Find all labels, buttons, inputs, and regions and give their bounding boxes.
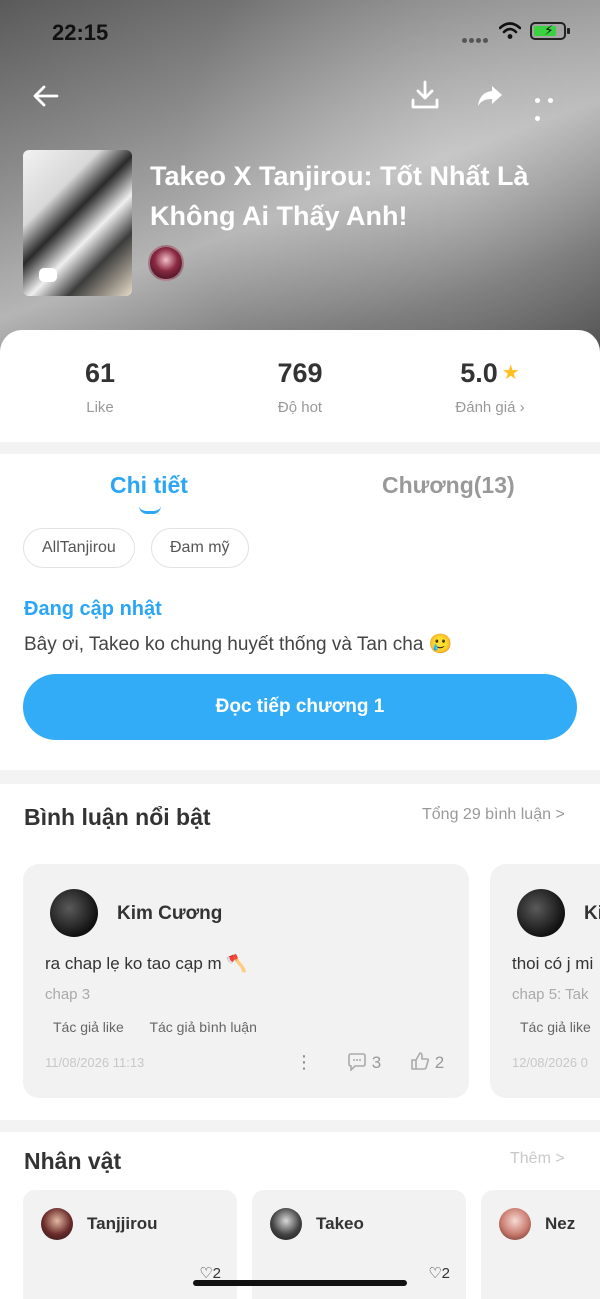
status-bar: 22:15 ⚡ (0, 18, 600, 48)
top-toolbar (0, 76, 600, 121)
back-arrow-icon[interactable] (30, 80, 62, 112)
commenter-name: Ki (584, 903, 600, 924)
comment-chapter: chap 5: Tak (512, 986, 589, 1003)
rating-label: Đánh giá › (455, 399, 525, 416)
comment-text: ra chap lẹ ko tao cạp m 🪓 (45, 954, 248, 973)
book-cover[interactable] (23, 150, 132, 296)
stat-hot: 769 Độ hot (200, 358, 400, 416)
share-icon[interactable] (474, 80, 506, 112)
commenter-name: Kim Cương (117, 903, 223, 924)
characters-more-link[interactable]: Thêm > (510, 1150, 565, 1168)
comments-title: Bình luận nổi bật (24, 804, 211, 830)
thumbs-up-icon (411, 1052, 430, 1070)
rating-value: 5.0 (460, 358, 498, 388)
home-indicator (193, 1280, 407, 1286)
avatar (499, 1208, 531, 1240)
book-title: Takeo X Tanjirou: Tốt Nhất Là Không Ai T… (150, 161, 529, 231)
author-like-tag: Tác giả like (520, 1019, 591, 1035)
stats-card: 61 Like 769 Độ hot 5.0 ★ Đánh giá › (0, 330, 600, 442)
character-name: Takeo (316, 1214, 364, 1233)
hot-count: 769 (277, 358, 323, 388)
stat-rating[interactable]: 5.0 ★ Đánh giá › (390, 358, 590, 416)
tag-chip[interactable]: Đam mỹ (151, 528, 249, 568)
comment-bubble-icon (39, 268, 57, 282)
author-avatar[interactable] (148, 245, 184, 281)
comment-chapter: chap 3 (45, 986, 91, 1003)
description: Bây ơi, Takeo ko chung huyết thống và Ta… (24, 634, 453, 655)
author-like-tag: Tác giả like (53, 1019, 124, 1035)
like-count: 61 (84, 358, 116, 388)
comment-card[interactable]: Kim Cương ra chap lẹ ko tao cạp m 🪓 chap… (23, 864, 469, 1098)
author-comment-tag: Tác giả bình luận (149, 1019, 257, 1035)
comment-date: 11/08/2026 11:13 (45, 1055, 145, 1070)
tab-chapters[interactable]: Chương(13) (382, 472, 515, 499)
avatar (41, 1208, 73, 1240)
stat-like: 61 Like (0, 358, 200, 416)
like-count-value: 2 (434, 1053, 445, 1072)
status-time: 22:15 (52, 20, 109, 45)
wifi-icon (499, 22, 521, 39)
characters-section: Nhân vật Thêm > Tanjjirou ♡2 Takeo ♡2 Ne… (0, 1132, 600, 1299)
character-card[interactable]: Nez (481, 1190, 600, 1299)
like-count-button[interactable]: 2 (410, 1051, 444, 1073)
character-name: Tanjjirou (87, 1214, 158, 1233)
download-icon[interactable] (408, 78, 442, 112)
heart-icon: ♡ (428, 1265, 442, 1282)
comment-card[interactable]: Ki thoi có j mi chap 5: Tak Tác giả like… (490, 864, 600, 1098)
hot-label: Độ hot (277, 399, 323, 416)
more-icon[interactable] (535, 90, 571, 121)
reply-count[interactable]: 3 (347, 1053, 381, 1073)
signal-icon (462, 30, 490, 43)
more-vertical-icon[interactable]: ⋮ (295, 1052, 313, 1073)
characters-title: Nhân vật (24, 1148, 122, 1174)
character-name: Nez (545, 1214, 576, 1233)
tab-indicator (139, 506, 161, 514)
battery-icon: ⚡ (530, 22, 570, 40)
all-comments-link[interactable]: Tổng 29 bình luận > (422, 806, 565, 824)
avatar (270, 1208, 302, 1240)
comment-text: thoi có j mi (512, 954, 594, 973)
reply-count-value: 3 (371, 1053, 382, 1072)
detail-section: Chi tiết Chương(13) AllTanjirou Đam mỹ Đ… (0, 454, 600, 770)
star-icon: ★ (501, 362, 520, 384)
character-like-count: 2 (441, 1265, 450, 1282)
tag-chip[interactable]: AllTanjirou (23, 528, 135, 568)
character-likes[interactable]: ♡2 (428, 1264, 450, 1282)
continue-reading-button[interactable]: Đọc tiếp chương 1 (23, 674, 577, 740)
comment-icon (348, 1053, 366, 1072)
comment-date: 12/08/2026 0 (512, 1055, 588, 1070)
tab-detail[interactable]: Chi tiết (110, 472, 188, 499)
update-status: Đang cập nhật (24, 598, 162, 620)
featured-comments-section: Bình luận nổi bật Tổng 29 bình luận > Ki… (0, 784, 600, 1120)
avatar[interactable] (517, 889, 565, 937)
avatar[interactable] (50, 889, 98, 937)
like-label: Like (86, 399, 114, 416)
